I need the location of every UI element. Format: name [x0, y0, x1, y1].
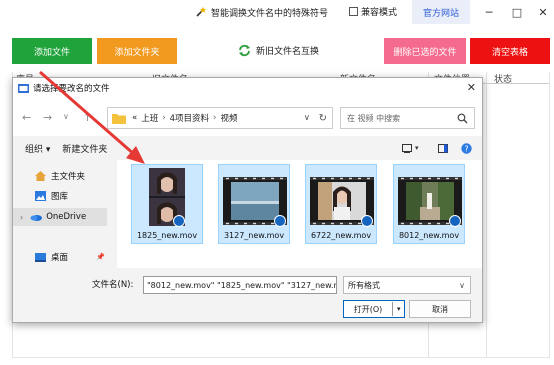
sidebar-item-gallery[interactable]: 图库 — [13, 187, 107, 205]
breadcrumb-item[interactable]: 上班 — [141, 112, 158, 124]
file-item[interactable]: 6722_new.mov — [305, 164, 377, 244]
svg-text:?: ? — [464, 144, 468, 153]
filetype-value: 所有格式 — [348, 280, 380, 290]
view-dropdown-icon[interactable]: ▾ — [415, 144, 419, 152]
sidebar-item-label: 桌面 — [51, 253, 69, 263]
close-button[interactable]: ✕ — [528, 0, 554, 24]
table-border — [549, 72, 550, 357]
dialog-title: 请选择要改名的文件 — [33, 84, 110, 94]
expand-chevron-icon[interactable]: › — [20, 213, 23, 222]
delete-selected-button[interactable]: 删除已选的文件 — [384, 38, 466, 64]
column-header[interactable]: 状态 — [494, 72, 512, 85]
gallery-icon — [35, 191, 46, 201]
dialog-title-bar: 请选择要改名的文件 ✕ — [13, 78, 482, 98]
sidebar-item-desktop[interactable]: 桌面 📌 — [13, 248, 107, 266]
home-icon — [35, 171, 46, 181]
up-arrow-icon[interactable]: ↑ — [83, 111, 92, 124]
swap-label: 新旧文件名互换 — [256, 47, 320, 57]
search-icon[interactable] — [457, 113, 468, 124]
file-open-dialog: 请选择要改名的文件 ✕ ← → ∨ ↑ « 上班 › 4项目资料 › 视频 ∨ … — [12, 77, 483, 323]
back-arrow-icon[interactable]: ← — [22, 111, 31, 124]
video-badge-icon — [361, 215, 373, 227]
preview-pane-icon[interactable] — [438, 143, 448, 153]
sidebar-item-home[interactable]: 主文件夹 — [13, 167, 107, 185]
search-input[interactable]: 在 视频 中搜索 — [340, 107, 475, 129]
add-file-button[interactable]: 添加文件 — [12, 38, 92, 64]
clear-table-button[interactable]: 清空表格 — [470, 38, 550, 64]
breadcrumb-separator: › — [162, 113, 166, 123]
cancel-button[interactable]: 取消 — [409, 300, 471, 318]
organize-menu[interactable]: 组织 ▾ — [25, 142, 50, 155]
file-item[interactable]: 8012_new.mov — [393, 164, 465, 244]
pin-icon[interactable]: 📌 — [96, 253, 105, 261]
navigation-pane: 主文件夹 图库 › OneDrive 桌面 📌 — [13, 160, 113, 270]
chevron-down-icon[interactable]: ∨ — [459, 281, 465, 290]
magic-wand-icon — [196, 7, 206, 17]
help-icon[interactable]: ? — [461, 142, 472, 154]
sidebar-item-label: OneDrive — [46, 212, 87, 222]
command-bar: 组织 ▾ 新建文件夹 ▾ ? — [13, 138, 482, 158]
history-dropdown-icon[interactable]: ∨ — [63, 112, 69, 121]
search-placeholder: 在 视频 中搜索 — [347, 113, 401, 123]
breadcrumb-prefix: « — [132, 113, 138, 123]
refresh-icon[interactable]: ↻ — [319, 113, 327, 124]
forward-arrow-icon[interactable]: → — [43, 111, 52, 124]
breadcrumb-item[interactable]: 视频 — [220, 112, 237, 124]
filename-input[interactable]: "8012_new.mov" "1825_new.mov" "3127_new.… — [143, 276, 337, 294]
folder-icon — [112, 113, 126, 124]
file-name: 8012_new.mov — [398, 231, 460, 240]
sidebar-item-label: 主文件夹 — [51, 172, 86, 182]
dialog-close-button[interactable]: ✕ — [467, 81, 476, 94]
open-button[interactable]: 打开(O) ▾ — [343, 300, 405, 318]
filetype-select[interactable]: 所有格式 ∨ — [343, 276, 471, 294]
video-badge-icon — [173, 215, 185, 227]
file-name: 3127_new.mov — [223, 231, 285, 240]
file-name: 1825_new.mov — [136, 231, 198, 240]
open-button-label: 打开(O) — [353, 304, 383, 314]
open-dropdown-icon[interactable]: ▾ — [392, 302, 401, 316]
new-folder-button[interactable]: 新建文件夹 — [62, 142, 107, 155]
table-column-divider — [486, 72, 487, 357]
folder-app-icon — [18, 84, 29, 93]
app-title: 智能调换文件名中的特殊符号 — [195, 4, 328, 20]
file-item[interactable]: 3127_new.mov — [218, 164, 290, 244]
address-dropdown-icon[interactable]: ∨ — [304, 113, 310, 123]
compat-mode-checkbox[interactable]: 兼容模式 — [349, 5, 397, 18]
onedrive-icon — [30, 215, 43, 221]
desktop-icon — [35, 252, 46, 262]
video-badge-icon — [449, 215, 461, 227]
swap-names-button[interactable]: 新旧文件名互换 — [238, 44, 319, 57]
file-name: 6722_new.mov — [310, 231, 372, 240]
table-border — [12, 357, 550, 358]
app-title-text: 智能调换文件名中的特殊符号 — [211, 8, 329, 19]
sidebar-item-label: 图库 — [51, 192, 69, 202]
sidebar-item-onedrive[interactable]: › OneDrive — [13, 208, 107, 226]
checkbox-icon[interactable] — [349, 7, 358, 16]
address-bar[interactable]: « 上班 › 4项目资料 › 视频 ∨ ↻ — [107, 107, 333, 129]
website-button[interactable]: 官方网站 — [412, 0, 470, 24]
breadcrumb-item[interactable]: 4项目资料 — [170, 112, 209, 124]
view-mode-icon[interactable] — [402, 143, 412, 153]
add-folder-button[interactable]: 添加文件夹 — [97, 38, 177, 64]
breadcrumb-separator: › — [213, 113, 217, 123]
filename-label: 文件名(N): — [92, 280, 134, 290]
file-item[interactable]: 1825_new.mov — [131, 164, 203, 244]
minimize-button[interactable]: ─ — [474, 0, 504, 24]
video-badge-icon — [274, 215, 286, 227]
swap-icon — [239, 44, 250, 57]
compat-mode-label: 兼容模式 — [361, 8, 398, 18]
